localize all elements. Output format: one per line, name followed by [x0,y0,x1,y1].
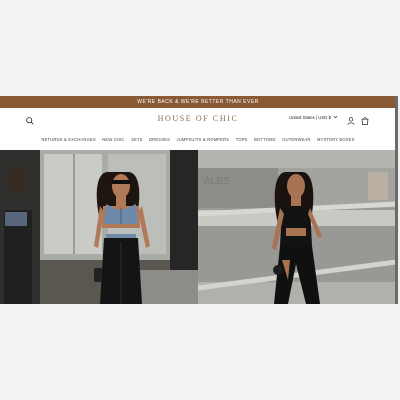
currency-label: United States | USD $ [289,115,331,120]
nav-item-dresses[interactable]: DRESSES [149,137,170,142]
currency-selector[interactable]: United States | USD $ [289,115,338,120]
nav-item-jumpsuits-rompers[interactable]: JUMPSUITS & ROMPERS [177,137,230,142]
chevron-down-icon [333,115,338,120]
nav-item-mystery-boxes[interactable]: MYSTERY BOXES [317,137,355,142]
hero-image-right: ALES [198,150,396,304]
nav-item-tops[interactable]: TOPS [236,137,248,142]
account-icon[interactable] [346,113,356,125]
hero-image-left [0,150,198,304]
nav-item-bottoms[interactable]: BOTTOMS [254,137,276,142]
site-header: HOUSE OF CHIC United States | USD $ [0,108,396,128]
nav-item-sets[interactable]: SETS [131,137,143,142]
main-navigation: RETURNS & EXCHANGES NEW CHIC SETS DRESSE… [0,128,396,150]
nav-item-new-chic[interactable]: NEW CHIC [102,137,124,142]
svg-text:ALES: ALES [204,176,230,187]
announcement-bar: WE'RE BACK & WE'RE BETTER THAN EVER [0,96,396,108]
nav-item-outerwear[interactable]: OUTERWEAR [282,137,310,142]
announcement-text: WE'RE BACK & WE'RE BETTER THAN EVER [137,99,259,105]
nav-item-returns-exchanges[interactable]: RETURNS & EXCHANGES [41,137,95,142]
hero-banner[interactable]: ALES [0,150,396,304]
storefront-page: WE'RE BACK & WE'RE BETTER THAN EVER HOUS… [0,96,396,304]
cart-icon[interactable] [360,113,370,125]
scrollbar[interactable] [395,96,398,304]
